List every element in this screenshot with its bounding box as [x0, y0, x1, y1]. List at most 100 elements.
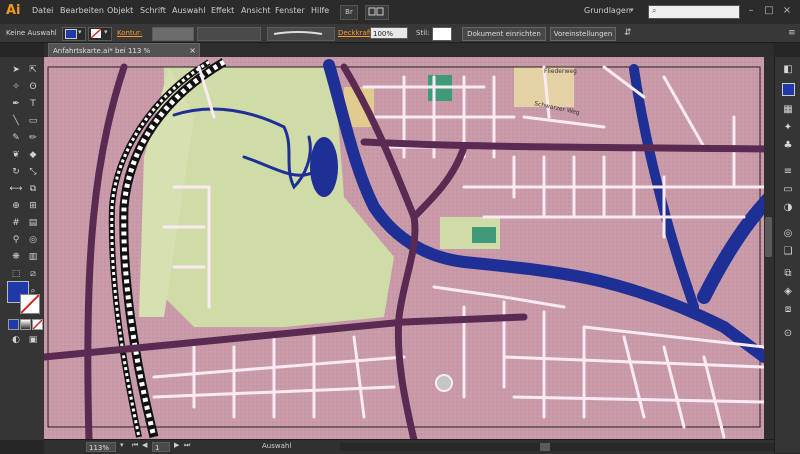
align-panel-icon[interactable]: ⧉	[781, 267, 795, 281]
arrange-documents-button[interactable]	[365, 5, 389, 20]
preferences-button[interactable]: Voreinstellungen	[550, 27, 616, 41]
close-tab-icon[interactable]: ×	[189, 44, 196, 58]
last-artboard-icon[interactable]: ⏭	[184, 441, 190, 450]
graphic-style-dropdown[interactable]	[432, 27, 452, 41]
gradient-tool-icon[interactable]: ▤	[26, 216, 40, 230]
menu-datei[interactable]: Datei	[32, 6, 53, 15]
transparency-panel-icon[interactable]: ◑	[781, 201, 795, 215]
line-tool-icon[interactable]: ╲	[9, 114, 23, 128]
rectangle-tool-icon[interactable]: ▭	[26, 114, 40, 128]
menu-schrift[interactable]: Schrift	[140, 6, 166, 15]
menu-effekt[interactable]: Effekt	[211, 6, 234, 15]
previous-artboard-icon[interactable]: ◀	[142, 441, 147, 449]
canvas[interactable]: Fliederweg Schwarzer Weg	[44, 57, 774, 440]
width-tool-icon[interactable]: ⟷	[9, 182, 23, 196]
next-artboard-icon[interactable]: ▶	[174, 441, 179, 449]
panel-dock: ◧ ▦ ✦ ♣ ≡ ▭ ◑ ◎ ❑ ⧉ ◈ ⧈ ⊙	[774, 57, 800, 453]
paintbrush-tool-icon[interactable]: ✎	[9, 131, 23, 145]
status-bar: 113% ▾ ⏮ ◀ 1 ▶ ⏭ Auswahl	[44, 439, 780, 454]
minimize-icon[interactable]: –	[744, 4, 758, 18]
gradient-panel-icon[interactable]: ▭	[781, 183, 795, 197]
search-icon: ⌕	[652, 6, 657, 15]
artboards-panel-icon[interactable]: ⧈	[781, 303, 795, 317]
mesh-tool-icon[interactable]: #	[9, 216, 23, 230]
menu-ansicht[interactable]: Ansicht	[241, 6, 271, 15]
workspace-switcher[interactable]: Grundlagen	[584, 6, 631, 15]
brushes-panel-icon[interactable]: ✦	[781, 121, 795, 135]
stroke-color-swatch[interactable]	[20, 294, 40, 314]
menu-bar: Ai Datei Bearbeiten Objekt Schrift Auswa…	[0, 0, 800, 25]
lasso-tool-icon[interactable]: ʘ	[26, 80, 40, 94]
map-artwork[interactable]: Fliederweg Schwarzer Weg	[44, 57, 774, 440]
scroll-thumb[interactable]	[540, 443, 550, 451]
screen-mode-icon[interactable]: ▣	[26, 333, 40, 347]
column-graph-tool-icon[interactable]: ▥	[26, 250, 40, 264]
align-icon[interactable]: ⇵	[624, 28, 632, 38]
stroke-color-dropdown[interactable]: ▾	[88, 27, 112, 41]
gradient-mode-button[interactable]	[20, 319, 31, 330]
menu-bearbeiten[interactable]: Bearbeiten	[60, 6, 104, 15]
stroke-weight-field[interactable]	[152, 27, 194, 41]
menu-objekt[interactable]: Objekt	[107, 6, 133, 15]
blob-brush-tool-icon[interactable]: ❦	[9, 148, 23, 162]
color-mode-button[interactable]	[8, 319, 19, 330]
maximize-icon[interactable]: □	[762, 4, 776, 18]
current-tool-label[interactable]: Auswahl	[262, 442, 291, 450]
sports-field-center	[472, 227, 496, 243]
stroke-panel-icon[interactable]: ≡	[781, 165, 795, 179]
rotate-tool-icon[interactable]: ↻	[9, 165, 23, 179]
scale-tool-icon[interactable]: ⤡	[26, 165, 40, 179]
selection-tool-icon[interactable]: ➤	[9, 63, 23, 77]
first-artboard-icon[interactable]: ⏮	[132, 441, 138, 450]
document-setup-button[interactable]: Dokument einrichten	[462, 27, 546, 41]
pen-tool-icon[interactable]: ✒	[9, 97, 23, 111]
zoom-field[interactable]: 113%	[86, 442, 116, 452]
chevron-down-icon: ▾	[78, 28, 82, 36]
fill-color-dropdown[interactable]: ▾	[62, 27, 86, 41]
opacity-label[interactable]: Deckkraft	[338, 29, 372, 37]
search-input[interactable]: ⌕	[648, 5, 740, 19]
graphic-styles-panel-icon[interactable]: ❑	[781, 245, 795, 259]
magic-wand-tool-icon[interactable]: ✧	[9, 80, 23, 94]
artboard-number-field[interactable]: 1	[152, 442, 170, 452]
direct-selection-tool-icon[interactable]: ⇱	[26, 63, 40, 77]
artboard-tool-icon[interactable]: ⬚	[9, 267, 23, 281]
color-swatch-icon[interactable]	[782, 83, 795, 96]
appearance-panel-icon[interactable]: ◎	[781, 227, 795, 241]
transform-panel-icon[interactable]: ⊙	[781, 327, 795, 341]
eraser-tool-icon[interactable]: ◆	[26, 148, 40, 162]
bridge-button[interactable]: Br	[340, 5, 358, 20]
chevron-down-icon[interactable]: ▾	[630, 6, 634, 14]
symbol-sprayer-tool-icon[interactable]: ❋	[9, 250, 23, 264]
scroll-thumb[interactable]	[765, 217, 772, 257]
brush-definition-dropdown[interactable]	[267, 27, 335, 41]
variable-width-dropdown[interactable]	[197, 27, 261, 41]
menu-hilfe[interactable]: Hilfe	[311, 6, 329, 15]
opacity-field[interactable]: 100%	[370, 27, 408, 39]
pencil-tool-icon[interactable]: ✏	[26, 131, 40, 145]
menu-fenster[interactable]: Fenster	[275, 6, 305, 15]
document-tab[interactable]: Anfahrtskarte.ai* bei 113 % (CMYK/Vorsch…	[48, 43, 200, 69]
none-mode-button[interactable]	[32, 319, 43, 330]
shape-builder-tool-icon[interactable]: ⊕	[9, 199, 23, 213]
layers-panel-icon[interactable]: ◈	[781, 285, 795, 299]
chevron-down-icon[interactable]: ▾	[120, 441, 124, 449]
free-transform-tool-icon[interactable]: ⧉	[26, 182, 40, 196]
eyedropper-tool-icon[interactable]: ⚲	[9, 233, 23, 247]
street-label-fliederweg: Fliederweg	[544, 68, 577, 75]
stroke-label[interactable]: Kontur:	[117, 29, 142, 37]
blend-tool-icon[interactable]: ◎	[26, 233, 40, 247]
draw-mode-icon[interactable]: ◐	[9, 333, 23, 347]
swatches-panel-icon[interactable]: ▦	[781, 103, 795, 117]
vertical-scrollbar[interactable]	[764, 57, 774, 439]
color-panel-icon[interactable]: ◧	[781, 63, 795, 77]
symbols-panel-icon[interactable]: ♣	[781, 139, 795, 153]
menu-auswahl[interactable]: Auswahl	[172, 6, 205, 15]
type-tool-icon[interactable]: T	[26, 97, 40, 111]
perspective-grid-tool-icon[interactable]: ⊞	[26, 199, 40, 213]
close-icon[interactable]: ×	[780, 4, 794, 18]
slice-tool-icon[interactable]: ⧄	[26, 267, 40, 281]
arrange-grid-icon	[368, 7, 384, 16]
horizontal-scrollbar[interactable]	[340, 443, 780, 451]
panel-menu-icon[interactable]: ≡	[788, 28, 796, 38]
